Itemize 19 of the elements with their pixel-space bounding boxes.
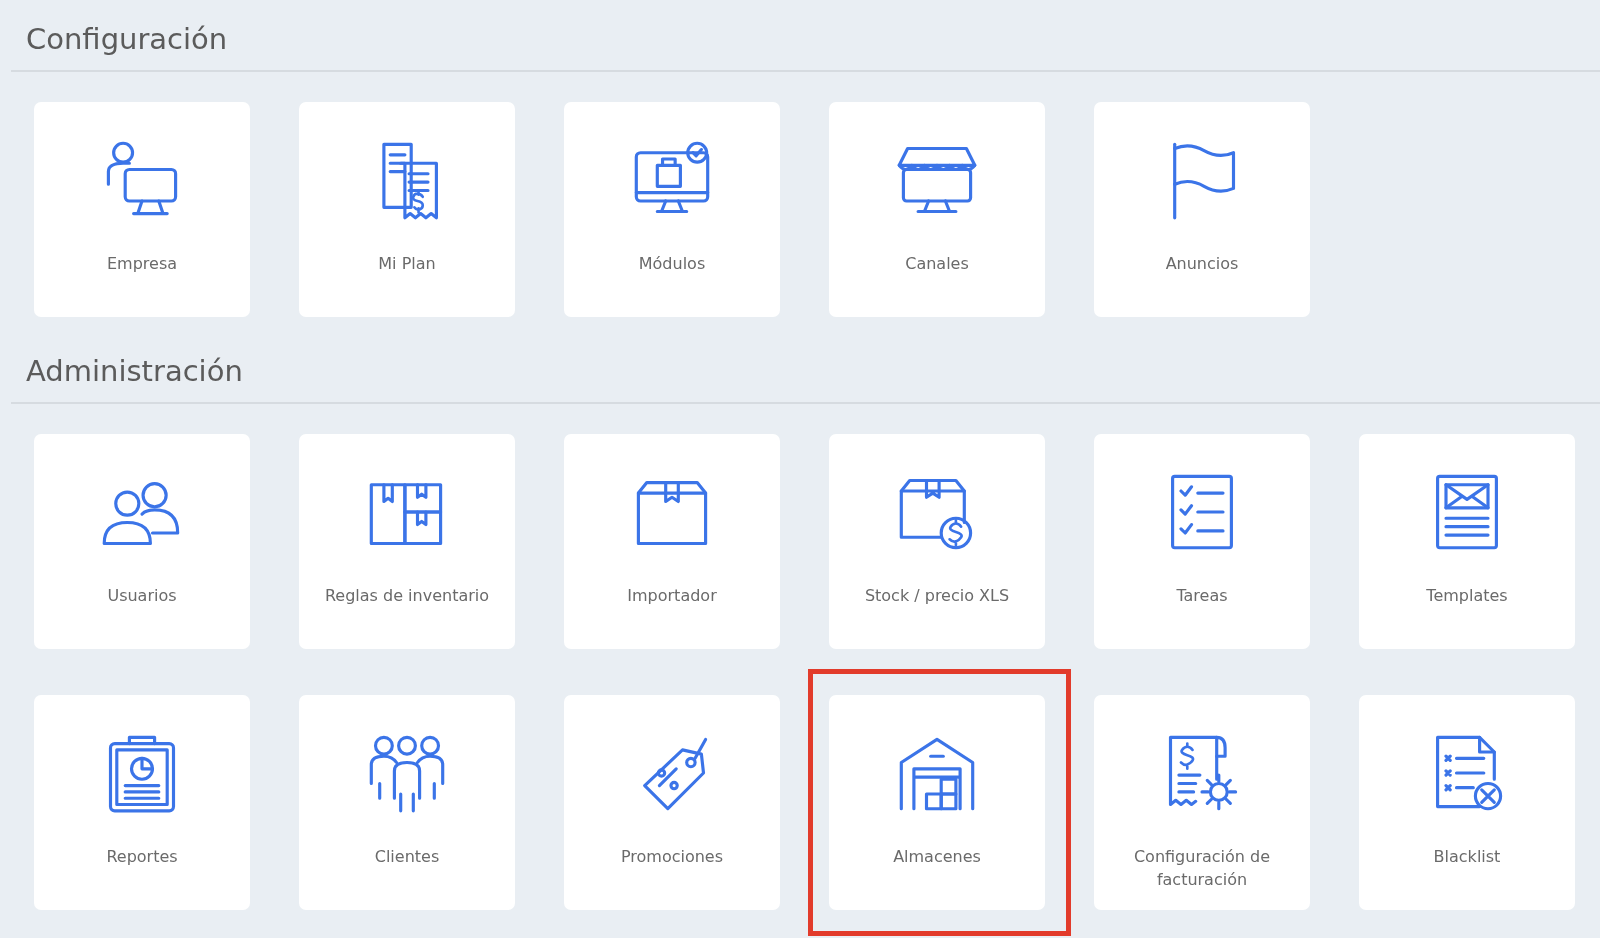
settings-tile[interactable]: Almacenes (829, 695, 1045, 910)
settings-tile[interactable]: Importador (564, 434, 780, 649)
settings-tile[interactable]: Tareas (1094, 434, 1310, 649)
section-title: Configuración (26, 21, 229, 57)
settings-tile[interactable]: Blacklist (1359, 695, 1575, 910)
settings-tile[interactable]: Módulos (564, 102, 780, 317)
settings-tile[interactable]: Usuarios (34, 434, 250, 649)
settings-tile[interactable]: Stock / precio XLS (829, 434, 1045, 649)
settings-tile[interactable]: Anuncios (1094, 102, 1310, 317)
settings-tile[interactable]: Clientes (299, 695, 515, 910)
settings-tile[interactable]: Canales (829, 102, 1045, 317)
settings-tile[interactable]: Templates (1359, 434, 1575, 649)
settings-tile[interactable]: Reglas de inventario (299, 434, 515, 649)
settings-tile[interactable]: Mi Plan (299, 102, 515, 317)
section-title: Administración (26, 353, 244, 389)
settings-tile[interactable]: Promociones (564, 695, 780, 910)
settings-tile[interactable]: Empresa (34, 102, 250, 317)
settings-tile[interactable]: Reportes (34, 695, 250, 910)
settings-tile[interactable]: Configuración de facturación (1094, 695, 1310, 910)
